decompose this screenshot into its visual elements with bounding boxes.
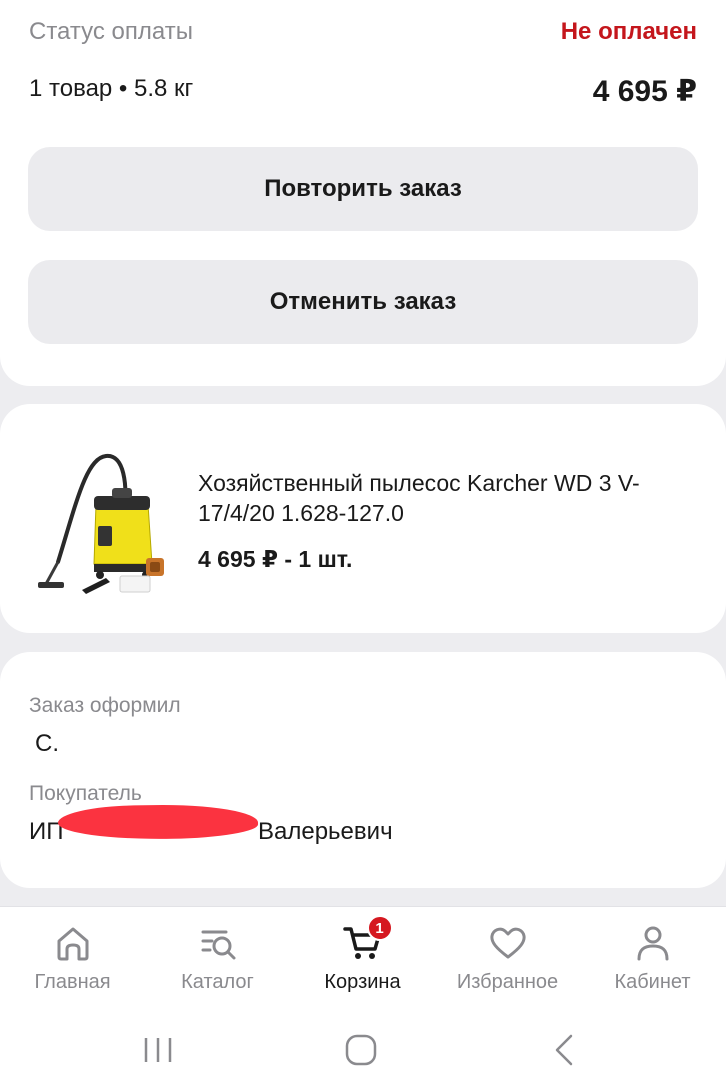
bottom-tab-bar: Главная Каталог 1 Корзина Избранное Каби… — [0, 906, 726, 1006]
tab-cart[interactable]: 1 Корзина — [290, 907, 435, 1007]
ordered-by-value: С. — [35, 730, 59, 757]
tab-favorites-label: Избранное — [456, 971, 559, 993]
items-summary: 1 товар • 5.8 кг — [29, 75, 194, 102]
tab-catalog-label: Каталог — [181, 971, 254, 993]
buyer-suffix: Валерьевич — [258, 818, 393, 845]
cancel-order-button[interactable]: Отменить заказ — [28, 260, 698, 344]
buyer-label: Покупатель — [29, 782, 142, 805]
product-card[interactable]: Хозяйственный пылесос Karcher WD 3 V-17/… — [0, 404, 726, 633]
home-nav-icon[interactable] — [341, 1030, 381, 1070]
order-summary-card: Статус оплаты Не оплачен 1 товар • 5.8 к… — [0, 0, 726, 386]
recent-apps-icon[interactable] — [138, 1030, 178, 1070]
ordered-by-label: Заказ оформил — [29, 694, 181, 717]
heart-icon — [486, 921, 530, 965]
order-participants-card: Заказ оформил С. Покупатель ИП Валерьеви… — [0, 652, 726, 888]
tab-home-label: Главная — [34, 971, 111, 993]
redaction-mark — [57, 803, 259, 841]
payment-status-value: Не оплачен — [560, 18, 697, 45]
product-price-quantity: 4 695 ₽ - 1 шт. — [198, 546, 353, 572]
home-icon — [51, 921, 95, 965]
vacuum-cleaner-image[interactable] — [36, 444, 176, 594]
tab-home[interactable]: Главная — [0, 907, 145, 1007]
payment-status-label: Статус оплаты — [29, 18, 193, 45]
user-icon — [631, 921, 675, 965]
tab-account[interactable]: Кабинет — [580, 907, 725, 1007]
repeat-order-button[interactable]: Повторить заказ — [28, 147, 698, 231]
cart-icon: 1 — [341, 915, 393, 965]
tab-cart-label: Корзина — [324, 971, 401, 993]
tab-account-label: Кабинет — [614, 971, 691, 993]
tab-catalog[interactable]: Каталог — [145, 907, 290, 1007]
catalog-search-icon — [196, 921, 240, 965]
back-nav-icon[interactable] — [545, 1030, 585, 1070]
cart-count-badge: 1 — [366, 915, 393, 941]
order-total: 4 695 ₽ — [592, 75, 697, 108]
product-name[interactable]: Хозяйственный пылесос Karcher WD 3 V-17/… — [198, 468, 678, 528]
system-navigation-bar — [0, 1006, 726, 1090]
tab-favorites[interactable]: Избранное — [435, 907, 580, 1007]
